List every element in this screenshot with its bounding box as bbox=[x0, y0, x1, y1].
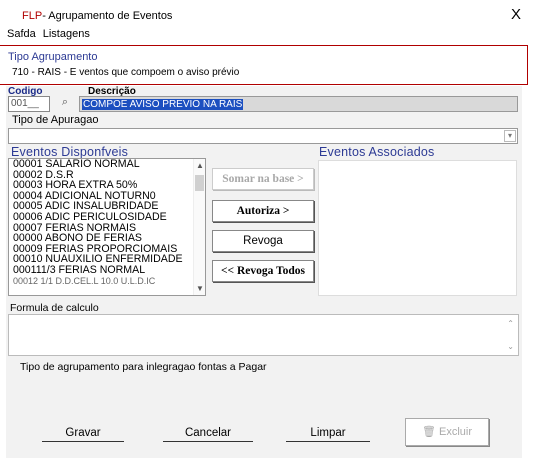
somar-na-base-button[interactable]: Somar na base > bbox=[212, 168, 314, 190]
limpar-button[interactable]: Limpar bbox=[286, 427, 370, 442]
formula-label: Formula de calculo bbox=[10, 302, 99, 314]
list-item-partial[interactable]: 00012 1/1 D.D.CEL.L 10.0 U.L.D.IC bbox=[9, 276, 205, 287]
limpar-label: Limpar bbox=[310, 427, 346, 439]
scrollbar-thumb[interactable] bbox=[195, 175, 204, 191]
chevron-down-icon[interactable]: ▼ bbox=[196, 284, 204, 293]
codigo-input[interactable]: 001__ bbox=[8, 96, 50, 112]
excluir-label: Excluir bbox=[439, 426, 473, 438]
formula-textarea[interactable]: ⌃ ⌄ bbox=[8, 314, 519, 356]
cancelar-button[interactable]: Cancelar bbox=[163, 427, 253, 442]
chevron-down-icon[interactable]: ⌄ bbox=[507, 342, 514, 351]
list-item[interactable]: 00006 ADIC PERICULOSIDADE bbox=[9, 212, 205, 223]
cancelar-label: Cancelar bbox=[184, 427, 232, 439]
list-scrollbar[interactable]: ▲ ▼ bbox=[193, 159, 205, 295]
excluir-button[interactable]: 🗑 Excluir bbox=[405, 418, 489, 446]
button-underline bbox=[42, 441, 124, 442]
descricao-selected-text: COMPOE AVISO PREVIO NA RAIS bbox=[82, 99, 244, 110]
eventos-disponiveis-list[interactable]: 00001 SALARIO NORMAL 00002 D.S.R 00003 H… bbox=[8, 158, 206, 296]
list-item[interactable]: 000111/3 FERIAS NORMAL bbox=[9, 265, 205, 276]
eventos-disponiveis-label: Eventos Disponfveis bbox=[11, 145, 129, 159]
eventos-associados-list[interactable] bbox=[318, 160, 517, 296]
chevron-up-icon[interactable]: ▲ bbox=[196, 161, 204, 170]
menu-bar: Safda Listagens bbox=[0, 28, 90, 44]
eventos-associados-label: Eventos Associados bbox=[319, 145, 435, 159]
tipo-apuracao-label: Tipo de Apuragao bbox=[12, 114, 99, 126]
tipo-agrupamento-value: 710 - RAIS - E ventos que compoem o avis… bbox=[12, 67, 240, 78]
autoriza-button[interactable]: Autoriza > bbox=[212, 200, 314, 222]
tipo-agrupamento-box: Tipo Agrupamento 710 - RAIS - E ventos q… bbox=[0, 45, 528, 85]
revoga-button[interactable]: Revoga bbox=[212, 230, 314, 252]
title-prefix: FLP bbox=[22, 10, 43, 22]
trash-icon: 🗑 bbox=[421, 426, 436, 438]
agrupamento-window: FLP- Agrupamento de Eventos X Safda Lista… bbox=[0, 0, 533, 464]
binoculars-icon[interactable]: ⌕ bbox=[56, 96, 74, 112]
chevron-down-icon[interactable]: ▾ bbox=[504, 130, 516, 142]
descricao-input[interactable]: COMPOE AVISO PREVIO NA RAIS bbox=[79, 96, 518, 112]
tipo-agrupamento-label: Tipo Agrupamento bbox=[8, 51, 98, 63]
list-item[interactable]: 00001 SALARIO NORMAL bbox=[9, 159, 205, 170]
menu-item-listagens[interactable]: Listagens bbox=[43, 28, 90, 40]
chevron-up-icon[interactable]: ⌃ bbox=[507, 319, 514, 328]
revoga-todos-button[interactable]: << Revoga Todos bbox=[212, 260, 314, 282]
button-underline bbox=[163, 441, 253, 442]
tipo-apuracao-select[interactable]: ▾ bbox=[8, 128, 518, 144]
title-bar: FLP- Agrupamento de Eventos X bbox=[0, 0, 533, 28]
close-button[interactable]: X bbox=[511, 6, 521, 23]
tipo-integracao-label: Tipo de agrupamento para inlegragao font… bbox=[20, 361, 267, 373]
window-title: FLP- Agrupamento de Eventos bbox=[22, 10, 172, 22]
gravar-button[interactable]: Gravar bbox=[42, 427, 124, 442]
menu-item-saida[interactable]: Safda bbox=[7, 28, 36, 40]
gravar-label: Gravar bbox=[65, 427, 101, 439]
title-text: - Agrupamento de Eventos bbox=[42, 10, 173, 22]
button-underline bbox=[286, 441, 370, 442]
